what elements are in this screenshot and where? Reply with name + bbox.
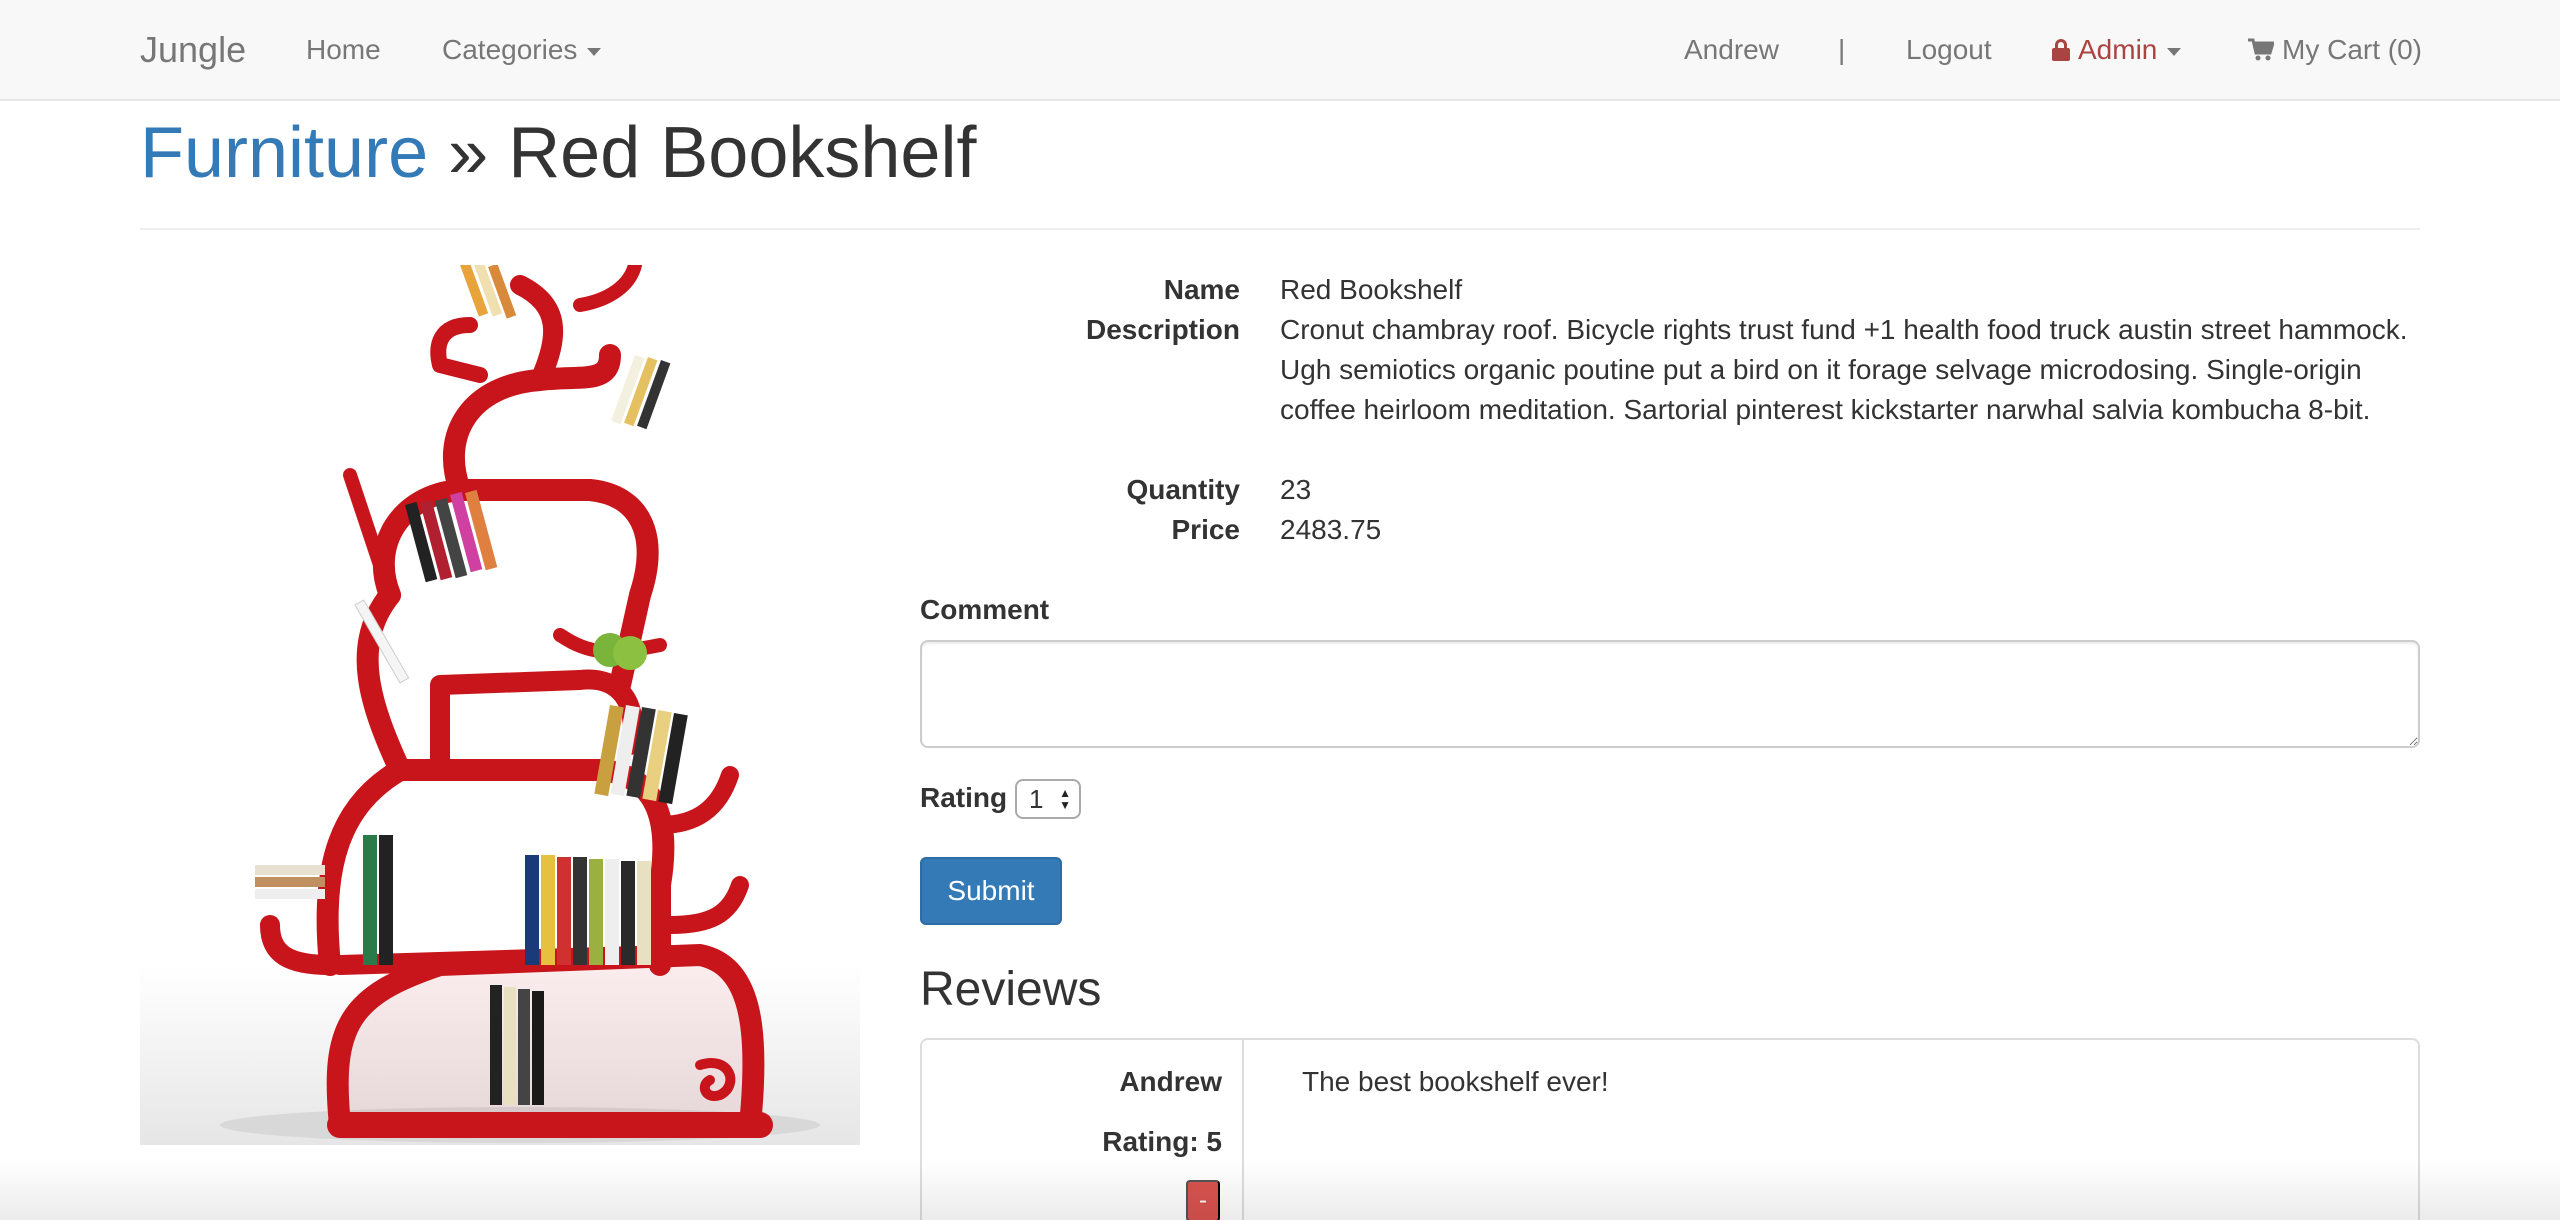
detail-label-price: Price bbox=[1171, 514, 1241, 545]
nav-categories-label: Categories bbox=[442, 34, 578, 65]
detail-row-quantity: Quantity 23 bbox=[920, 470, 2420, 510]
product-image bbox=[140, 258, 860, 1145]
nav-home-link[interactable]: Home bbox=[306, 0, 381, 100]
breadcrumb-separator: » bbox=[448, 113, 489, 193]
detail-row-description: Description Cronut chambray roof. Bicycl… bbox=[920, 310, 2420, 470]
rating-label: Rating bbox=[920, 782, 1008, 813]
review-author: Andrew bbox=[1119, 1066, 1222, 1097]
page-title: Furniture » Red Bookshelf bbox=[140, 108, 2420, 198]
detail-row-name: Name Red Bookshelf bbox=[920, 270, 2420, 310]
nav-separator: | bbox=[1838, 34, 1846, 65]
comment-textarea[interactable] bbox=[920, 640, 2420, 748]
nav-cart-link[interactable]: My Cart (0) bbox=[2248, 0, 2422, 100]
select-arrows-icon: ▲ ▼ bbox=[1059, 786, 1071, 812]
cart-icon bbox=[2248, 38, 2274, 61]
detail-value-quantity: 23 bbox=[1280, 474, 1312, 505]
detail-value-name: Red Bookshelf bbox=[1280, 274, 1463, 305]
red-bookshelf-illustration bbox=[140, 258, 860, 1145]
nav-admin-label: Admin bbox=[2078, 34, 2158, 65]
caret-down-icon bbox=[2167, 47, 2182, 56]
reviews-heading: Reviews bbox=[920, 963, 1102, 1016]
submit-button[interactable]: Submit bbox=[920, 857, 1062, 925]
rating-select-value: 1 bbox=[1029, 784, 1044, 814]
rating-select[interactable]: 1 ▲ ▼ bbox=[1015, 779, 1081, 819]
review-item: Andrew Rating: 5 - The best bookshelf ev… bbox=[920, 1038, 2420, 1220]
detail-label-description: Description bbox=[1085, 314, 1240, 345]
comment-label: Comment bbox=[920, 594, 1050, 625]
detail-row-price: Price 2483.75 bbox=[920, 510, 2420, 550]
nav-cart-label: My Cart (0) bbox=[2282, 34, 2422, 65]
nav-user-link[interactable]: Andrew bbox=[1684, 0, 1779, 100]
detail-label-name: Name bbox=[1163, 274, 1240, 305]
delete-review-button[interactable]: - bbox=[1186, 1180, 1220, 1220]
review-divider bbox=[1242, 1040, 1244, 1220]
nav-categories-dropdown[interactable]: Categories bbox=[442, 0, 602, 100]
page-header: Furniture » Red Bookshelf bbox=[140, 108, 2420, 230]
detail-label-quantity: Quantity bbox=[1126, 474, 1240, 505]
detail-value-price: 2483.75 bbox=[1280, 514, 1382, 545]
navbar: Jungle Home Categories Andrew | Logout A… bbox=[0, 0, 2560, 101]
product-title: Red Bookshelf bbox=[508, 113, 977, 193]
caret-down-icon bbox=[587, 47, 602, 56]
category-breadcrumb-link[interactable]: Furniture bbox=[140, 113, 428, 193]
lock-icon bbox=[2052, 39, 2070, 61]
review-rating: Rating: 5 bbox=[1102, 1126, 1222, 1157]
nav-logout-link[interactable]: Logout bbox=[1906, 0, 1992, 100]
brand-link[interactable]: Jungle bbox=[140, 0, 246, 100]
nav-admin-dropdown[interactable]: Admin bbox=[2052, 0, 2182, 100]
review-text: The best bookshelf ever! bbox=[1302, 1066, 1609, 1097]
detail-value-description: Cronut chambray roof. Bicycle rights tru… bbox=[1280, 314, 2408, 425]
